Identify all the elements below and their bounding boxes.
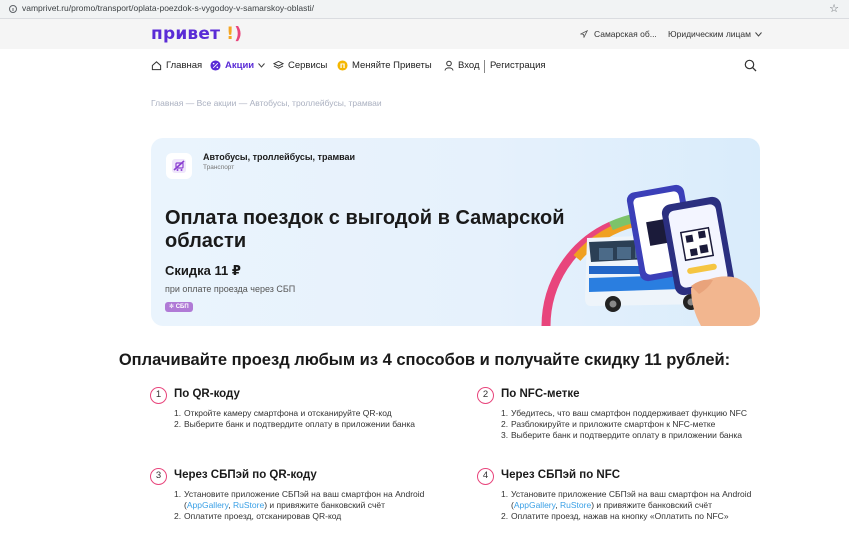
- promo-note: при оплате проезда через СБП: [165, 284, 296, 294]
- rustore-link[interactable]: RuStore: [560, 500, 591, 510]
- home-icon: [151, 61, 162, 71]
- nav-home[interactable]: Главная: [151, 60, 202, 71]
- svg-text:П: П: [340, 62, 345, 70]
- legal-label: Юридическим лицам: [668, 29, 751, 39]
- appgallery-link[interactable]: AppGallery: [187, 500, 228, 510]
- method-number: 2: [477, 387, 494, 404]
- nav-services[interactable]: Сервисы: [273, 60, 327, 71]
- coin-icon: П: [337, 60, 348, 71]
- promo-discount: Скидка 11 ₽: [165, 263, 241, 278]
- nav-exchange[interactable]: П Меняйте Приветы: [337, 60, 432, 71]
- breadcrumb[interactable]: Главная — Все акции — Автобусы, троллейб…: [151, 98, 382, 108]
- method-number: 4: [477, 468, 494, 485]
- list-item: 2. Оплатите проезд, нажав на кнопку «Опла…: [501, 510, 729, 521]
- method-number: 3: [150, 468, 167, 485]
- promo-title: Оплата поездок с выгодой в Самарской обл…: [165, 207, 565, 252]
- nav-login[interactable]: Вход: [444, 60, 480, 71]
- user-icon: [444, 60, 454, 71]
- search-icon[interactable]: [744, 59, 757, 72]
- appgallery-link[interactable]: AppGallery: [514, 500, 555, 510]
- chevron-down-icon: [258, 63, 266, 68]
- region-selector[interactable]: Самарская об...: [580, 29, 657, 39]
- method-steps: 1. Откройте камеру смартфона и отсканируй…: [174, 408, 444, 430]
- list-item: 1. Установите приложение СБПэй на ваш сма…: [501, 489, 752, 510]
- nav-register[interactable]: Регистрация: [490, 60, 546, 71]
- method-steps: 1. Убедитесь, что ваш смартфон поддержива…: [501, 408, 763, 440]
- transport-icon: [172, 159, 186, 173]
- top-bar: привет !) Самарская об... Юридическим ли…: [0, 19, 849, 49]
- legal-entities-link[interactable]: Юридическим лицам: [668, 29, 762, 39]
- list-item: 1. Откройте камеру смартфона и отсканируй…: [174, 408, 392, 418]
- main-nav: Главная Акции Сервисы П Меняйте Приветы …: [0, 55, 849, 79]
- list-item: 1. Убедитесь, что ваш смартфон поддержива…: [501, 408, 748, 418]
- method-steps: 1. Установите приложение СБПэй на ваш сма…: [174, 489, 429, 521]
- method-title: Через СБПэй по NFC: [501, 469, 621, 481]
- promo-percent-icon: [210, 60, 221, 71]
- chevron-down-icon: [755, 31, 762, 37]
- browser-address-bar[interactable]: vamprivet.ru/promo/transport/oplata-poez…: [0, 0, 849, 19]
- method-title: По NFC-метке: [501, 388, 580, 400]
- method-steps: 1. Установите приложение СБПэй на ваш сма…: [501, 489, 763, 521]
- list-item: 2. Выберите банк и подтвердите оплату в п…: [174, 418, 415, 429]
- list-item: 2. Оплатите проезд, отсканировав QR-код: [174, 510, 342, 521]
- sbp-tag: ✻ СБП: [165, 302, 193, 312]
- promo-hero-banner: Автобусы, троллейбусы, трамваи Транспорт…: [151, 138, 760, 326]
- bookmark-star-icon[interactable]: ☆: [829, 2, 839, 15]
- url-text[interactable]: vamprivet.ru/promo/transport/oplata-poez…: [22, 3, 314, 13]
- region-label: Самарская об...: [594, 29, 657, 39]
- promo-category: Автобусы, троллейбусы, трамваи: [203, 152, 356, 162]
- method-title: По QR-коду: [174, 388, 240, 400]
- logo[interactable]: привет !): [151, 24, 242, 44]
- site-info-icon[interactable]: [8, 4, 18, 14]
- method-title: Через СБПэй по QR-коду: [174, 469, 317, 481]
- list-item: 3. Выберите банк и подтвердите оплату в п…: [501, 429, 742, 440]
- layers-icon: [273, 60, 284, 69]
- nav-promos[interactable]: Акции: [210, 60, 266, 71]
- location-arrow-icon: [580, 30, 588, 38]
- promo-subcategory: Транспорт: [203, 164, 235, 171]
- list-item: 2. Разблокируйте и приложите смартфон к N…: [501, 418, 716, 429]
- rustore-link[interactable]: RuStore: [233, 500, 264, 510]
- ways-heading: Оплачивайте проезд любым из 4 способов и…: [118, 351, 731, 369]
- bus-phone-illustration: [541, 184, 760, 326]
- method-number: 1: [150, 387, 167, 404]
- list-item: 1. Установите приложение СБПэй на ваш сма…: [174, 489, 425, 510]
- category-badge: [166, 153, 192, 179]
- nav-divider: [484, 60, 485, 73]
